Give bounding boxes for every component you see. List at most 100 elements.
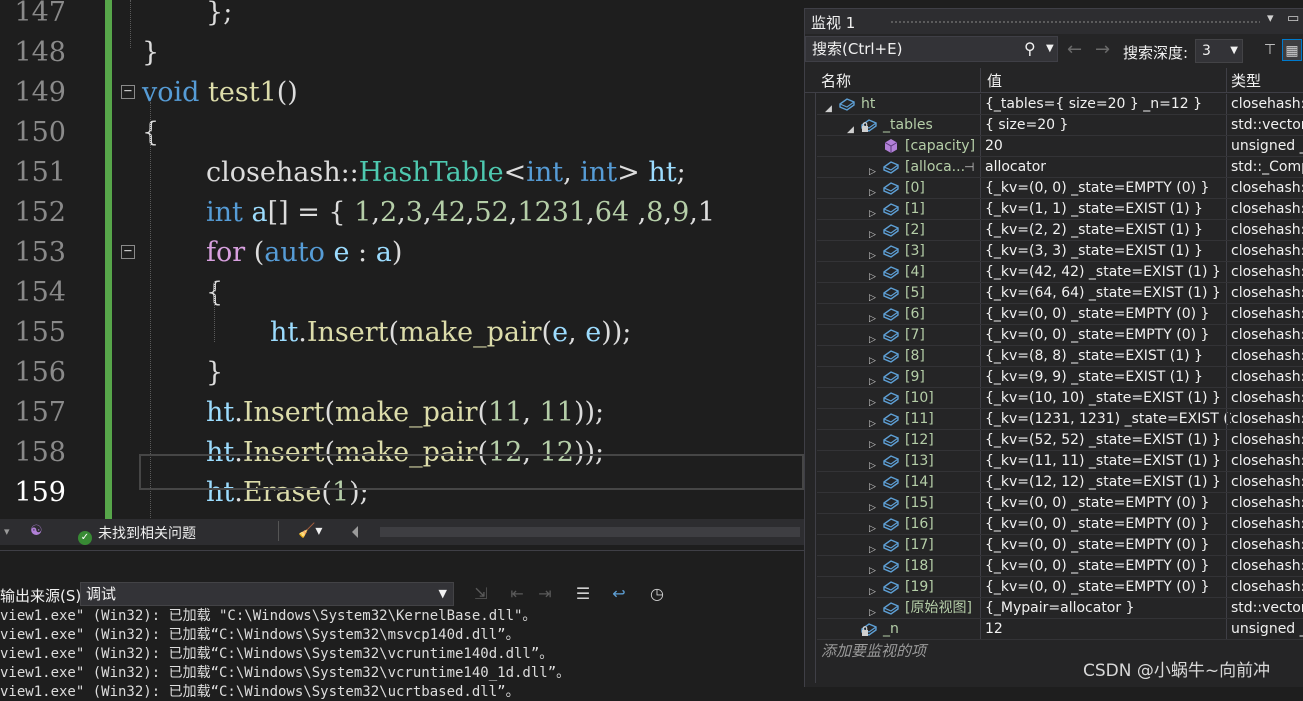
code-editor[interactable]: 147}; 148} 149− void test1() 150{151 closehas…	[0, 0, 804, 519]
watch-row-value[interactable]: {_kv=(9, 9) _state=EXIST (1) }	[985, 367, 1231, 387]
watch-row[interactable]: [capacity] 20unsigned __int64	[817, 136, 1303, 157]
watch-row[interactable]: ◢_tables{ size=20 }std::vector<closehash…	[817, 115, 1303, 136]
column-value-header[interactable]: 值	[987, 70, 1002, 91]
code-cleanup-icon[interactable]: 🧹▾	[298, 523, 322, 539]
watch-row[interactable]: ▷ [11] {_kv=(1231, 1231) _state=EXIST (1) …	[817, 409, 1303, 430]
output-source-dropdown[interactable]: 调试 ▼	[80, 582, 454, 606]
search-input[interactable]: 搜索(Ctrl+E)	[812, 40, 902, 58]
code-line[interactable]: 152 int a[] = { 1,2,3,42,52,1231,64 ,8,9,…	[0, 193, 804, 233]
watch-row[interactable]: ▷ [7] {_kv=(0, 0) _state=EMPTY (0) } closeh…	[817, 325, 1303, 346]
watch-row-value[interactable]: {_kv=(0, 0) _state=EMPTY (0) }	[985, 556, 1231, 576]
clear-all-icon[interactable]: ☰	[572, 583, 594, 605]
pin-icon[interactable]: ⊤	[1260, 39, 1280, 61]
column-divider[interactable]	[1226, 68, 1227, 92]
word-wrap-icon[interactable]: ↩	[608, 583, 630, 605]
watch-row-value[interactable]: {_kv=(11, 11) _state=EXIST (1) }	[985, 451, 1231, 471]
watch-row-value[interactable]: {_kv=(10, 10) _state=EXIST (1) }	[985, 388, 1231, 408]
watch-row[interactable]: ▷ [16] {_kv=(0, 0) _state=EMPTY (0) } close…	[817, 514, 1303, 535]
watch-row-value[interactable]: {_kv=(52, 52) _state=EXIST (1) }	[985, 430, 1231, 450]
column-type-header[interactable]: 类型	[1231, 70, 1261, 91]
column-name-header[interactable]: 名称	[821, 70, 851, 91]
fold-toggle-icon[interactable]: −	[121, 84, 135, 99]
watch-row[interactable]: ▷ [2] {_kv=(2, 2) _state=EXIST (1) } closeh…	[817, 220, 1303, 241]
pin-icon[interactable]: ⊣	[964, 157, 974, 177]
watch-row-value[interactable]: {_kv=(0, 0) _state=EMPTY (0) }	[985, 577, 1231, 597]
watch-search-box[interactable]: 搜索(Ctrl+E) ⚲ ▼	[805, 36, 1058, 62]
watch-row-value[interactable]: {_kv=(1231, 1231) _state=EXIST (1) }	[985, 409, 1231, 429]
watch-row[interactable]: ▷ [5] {_kv=(64, 64) _state=EXIST (1) } clos…	[817, 283, 1303, 304]
watch-row-value[interactable]: {_kv=(8, 8) _state=EXIST (1) }	[985, 346, 1231, 366]
code-line[interactable]: 149 − void test1()	[0, 73, 804, 113]
zoom-dropdown-arrow-icon[interactable]: ▾	[4, 525, 10, 538]
watch-row-value[interactable]: { size=20 }	[985, 115, 1231, 135]
watch-row-value[interactable]: {_Mypair=allocator }	[985, 598, 1231, 618]
window-menu-icon[interactable]: ▾	[1267, 11, 1274, 26]
watch-row[interactable]: ▷ [6] {_kv=(0, 0) _state=EMPTY (0) } closeh…	[817, 304, 1303, 325]
watch-row[interactable]: ◢ ht {_tables={ size=20 } _n=12 } closehash…	[817, 94, 1303, 115]
watch-row[interactable]: ▷ [4] {_kv=(42, 42) _state=EXIST (1) } clos…	[817, 262, 1303, 283]
fold-toggle-icon[interactable]: −	[121, 244, 135, 259]
previous-message-icon[interactable]: ⇤	[506, 583, 528, 605]
view-mode-icon[interactable]: ▦	[1282, 39, 1302, 61]
next-message-icon[interactable]: ⇥	[534, 583, 556, 605]
watch-row-value[interactable]: {_kv=(0, 0) _state=EMPTY (0) }	[985, 535, 1231, 555]
watch-row[interactable]: ▷ [9] {_kv=(9, 9) _state=EXIST (1) } closeh…	[817, 367, 1303, 388]
search-next-arrow-icon[interactable]: →	[1095, 39, 1110, 60]
watch-row-value[interactable]: {_kv=(0, 0) _state=EMPTY (0) }	[985, 514, 1231, 534]
intellicode-icon[interactable]: ☯	[30, 523, 43, 539]
watch-row-value[interactable]: {_kv=(1, 1) _state=EXIST (1) }	[985, 199, 1231, 219]
watch-row[interactable]: ▷ [19] {_kv=(0, 0) _state=EMPTY (0) } close…	[817, 577, 1303, 598]
watch-row-value[interactable]: {_kv=(64, 64) _state=EXIST (1) }	[985, 283, 1231, 303]
watch-row-value[interactable]: {_kv=(0, 0) _state=EMPTY (0) }	[985, 178, 1231, 198]
search-depth-dropdown[interactable]: 3 ▼	[1195, 39, 1243, 63]
watch-row-value[interactable]: {_tables={ size=20 } _n=12 }	[985, 94, 1231, 114]
watch-row-value[interactable]: {_kv=(0, 0) _state=EMPTY (0) }	[985, 493, 1231, 513]
code-line[interactable]: 155 ht.Insert(make_pair(e, e));	[0, 313, 804, 353]
watch-title-bar[interactable]: 监视 1 ▾ ▭	[805, 9, 1303, 34]
watch-row-name: [17]	[905, 537, 934, 553]
drag-grip[interactable]	[890, 20, 1260, 25]
watch-row-value[interactable]: {_kv=(12, 12) _state=EXIST (1) }	[985, 472, 1231, 492]
search-options-chevron-icon[interactable]: ▼	[1046, 37, 1054, 61]
code-line[interactable]: 157 ht.Insert(make_pair(11, 11));	[0, 393, 804, 433]
watch-row[interactable]: ▷ [18] {_kv=(0, 0) _state=EMPTY (0) } close…	[817, 556, 1303, 577]
watch-row-value[interactable]: {_kv=(0, 0) _state=EMPTY (0) }	[985, 304, 1231, 324]
watch-row-value[interactable]: 12	[985, 619, 1231, 639]
watch-row[interactable]: ▷ [1] {_kv=(1, 1) _state=EXIST (1) } closeh…	[817, 199, 1303, 220]
watch-row[interactable]: _n 12unsigned __int64	[817, 619, 1303, 640]
watch-row[interactable]: ▷ [8] {_kv=(8, 8) _state=EXIST (1) } closeh…	[817, 346, 1303, 367]
timestamp-clock-icon[interactable]: ◷	[646, 583, 668, 605]
search-icon[interactable]: ⚲	[1024, 37, 1036, 61]
watch-row[interactable]: ▷ [10] {_kv=(10, 10) _state=EXIST (1) } clo…	[817, 388, 1303, 409]
watch-row[interactable]: ▷ [14] {_kv=(12, 12) _state=EXIST (1) } clo…	[817, 472, 1303, 493]
watch-row-value[interactable]: {_kv=(2, 2) _state=EXIST (1) }	[985, 220, 1231, 240]
watch-row-value[interactable]: {_kv=(0, 0) _state=EMPTY (0) }	[985, 325, 1231, 345]
watch-row[interactable]: ▷ [17] {_kv=(0, 0) _state=EMPTY (0) } close…	[817, 535, 1303, 556]
code-line[interactable]: 148}	[0, 33, 804, 73]
watch-row[interactable]: ▷ [0] {_kv=(0, 0) _state=EMPTY (0) } closeh…	[817, 178, 1303, 199]
watch-row[interactable]: ▷ [13] {_kv=(11, 11) _state=EXIST (1) } clo…	[817, 451, 1303, 472]
maximize-icon[interactable]: ▭	[1287, 11, 1299, 26]
code-line[interactable]: 153 − for (auto e : a)	[0, 233, 804, 273]
column-divider[interactable]	[980, 68, 981, 92]
code-line[interactable]: 150{	[0, 113, 804, 153]
code-line[interactable]: 147};	[0, 0, 804, 33]
scroll-left-icon[interactable]	[352, 526, 358, 538]
issues-status[interactable]: ✓ 未找到相关问题	[78, 523, 196, 545]
horizontal-scrollbar[interactable]	[380, 527, 800, 537]
search-previous-arrow-icon[interactable]: ←	[1067, 39, 1082, 60]
watch-row-value[interactable]: 20	[985, 136, 1231, 156]
watch-row[interactable]: ▷ [12] {_kv=(52, 52) _state=EXIST (1) } clo…	[817, 430, 1303, 451]
watch-row[interactable]: ▷[原始视图]{_Mypair=allocator }std::vector<c…	[817, 598, 1303, 619]
watch-row-value[interactable]: {_kv=(3, 3) _state=EXIST (1) }	[985, 241, 1231, 261]
code-line[interactable]: 154{	[0, 273, 804, 313]
watch-row[interactable]: ▷[alloca...⊣allocatorstd::_Compressed_pa…	[817, 157, 1303, 178]
watch-row-value[interactable]: allocator	[985, 157, 1231, 177]
code-line[interactable]: 151 closehash::HashTable<int, int> ht;	[0, 153, 804, 193]
watch-row-value[interactable]: {_kv=(42, 42) _state=EXIST (1) }	[985, 262, 1231, 282]
add-watch-placeholder[interactable]: 添加要监视的项	[821, 640, 926, 661]
go-to-message-icon[interactable]: ⇲	[470, 583, 492, 605]
watch-row[interactable]: ▷ [15] {_kv=(0, 0) _state=EMPTY (0) } close…	[817, 493, 1303, 514]
code-line[interactable]: 156}	[0, 353, 804, 393]
watch-row[interactable]: ▷ [3] {_kv=(3, 3) _state=EXIST (1) } closeh…	[817, 241, 1303, 262]
